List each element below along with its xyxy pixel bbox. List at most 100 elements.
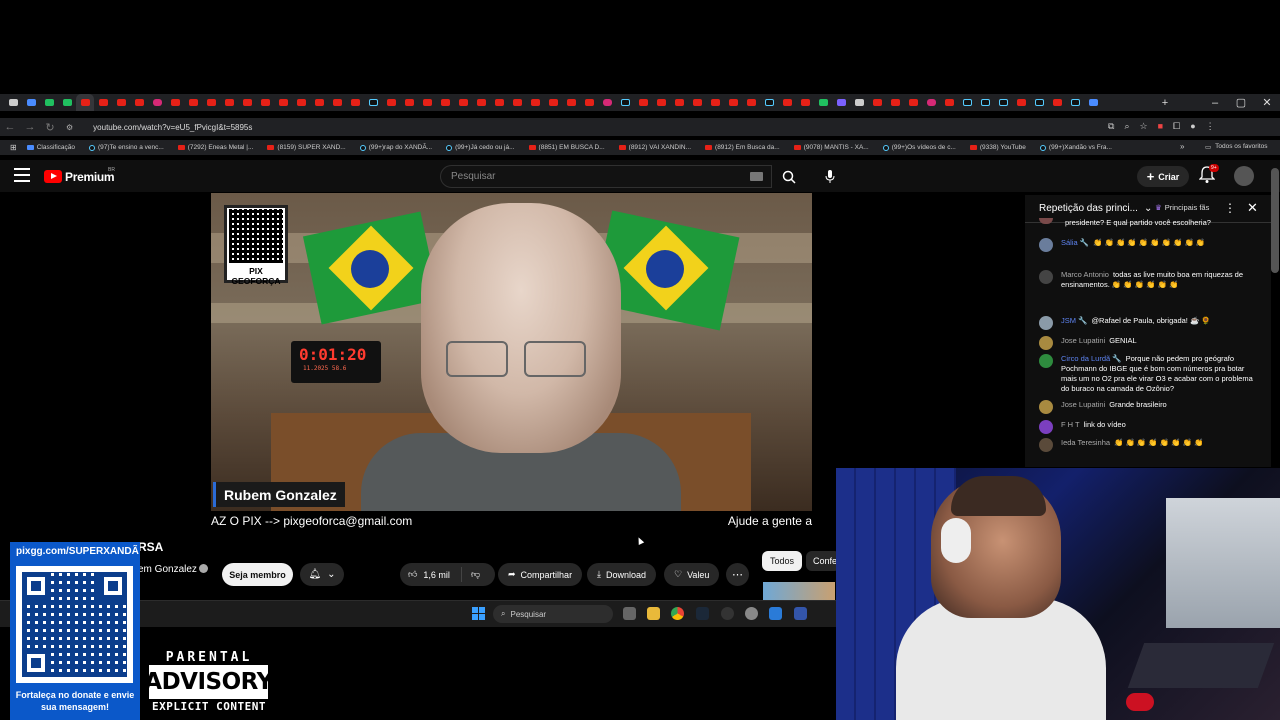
recommended-thumbnail[interactable] — [763, 582, 835, 600]
browser-tab[interactable] — [22, 94, 40, 111]
browser-tab[interactable] — [580, 94, 598, 111]
bookmark-item[interactable]: (9338) YouTube — [969, 144, 1026, 151]
profile-icon[interactable]: ● — [1190, 121, 1195, 132]
browser-tab[interactable] — [202, 94, 220, 111]
browser-tab[interactable] — [184, 94, 202, 111]
bookmark-item[interactable]: (8159) SUPER XAND... — [267, 144, 346, 151]
bookmark-item[interactable]: (99+)Xandão vs Fra... — [1039, 144, 1112, 151]
browser-tab[interactable] — [832, 94, 850, 111]
browser-tab[interactable] — [112, 94, 130, 111]
settings-icon[interactable] — [745, 607, 758, 620]
chat-message[interactable]: Sália 🔧 👏 👏 👏 👏 👏 👏 👏 👏 👏 👏 — [1039, 238, 1254, 252]
browser-tab[interactable] — [58, 94, 76, 111]
browser-tab[interactable] — [526, 94, 544, 111]
browser-tab[interactable] — [742, 94, 760, 111]
browser-tab[interactable] — [688, 94, 706, 111]
browser-tab[interactable] — [634, 94, 652, 111]
join-membership-button[interactable]: Seja membro — [222, 563, 293, 586]
bookmark-item[interactable]: (97)Te ensino a venc... — [89, 144, 164, 151]
browser-tab[interactable] — [1084, 94, 1102, 111]
browser-tab[interactable] — [616, 94, 634, 111]
browser-tab[interactable] — [724, 94, 742, 111]
browser-tab[interactable] — [346, 94, 364, 111]
dislike-button[interactable]: 👎︎ — [462, 569, 480, 580]
browser-tab[interactable] — [850, 94, 868, 111]
chevron-down-icon[interactable]: ⌄ — [1144, 203, 1152, 214]
like-button[interactable]: 👍︎ 1,6 mil — [400, 567, 462, 582]
browser-tab[interactable] — [382, 94, 400, 111]
browser-tab[interactable] — [1012, 94, 1030, 111]
hamburger-menu-icon[interactable] — [14, 168, 30, 182]
browser-tab[interactable] — [814, 94, 832, 111]
extensions-icon[interactable]: ⧠ — [1173, 121, 1180, 132]
browser-tab[interactable] — [256, 94, 274, 111]
browser-tab[interactable] — [1048, 94, 1066, 111]
all-favorites[interactable]: ▭ Todos os favoritos — [1205, 143, 1268, 151]
bookmark-item[interactable]: (99+)rap do XANDÃ... — [359, 144, 432, 151]
thanks-button[interactable]: ♡ Valeu — [664, 563, 720, 586]
browser-tab[interactable] — [868, 94, 886, 111]
obs-icon[interactable] — [721, 607, 734, 620]
new-tab-icon[interactable]: + — [1152, 94, 1178, 111]
reload-icon[interactable]: ↻ — [40, 121, 60, 134]
browser-tab[interactable] — [274, 94, 292, 111]
bookmark-item[interactable]: (8912) Em Busca da... — [705, 144, 780, 151]
browser-tab[interactable] — [562, 94, 580, 111]
task-view-icon[interactable] — [623, 607, 636, 620]
browser-tab[interactable] — [778, 94, 796, 111]
browser-tab[interactable] — [94, 94, 112, 111]
chat-message[interactable]: Marco Antonio todas as live muito boa em … — [1039, 270, 1254, 290]
browser-tab[interactable] — [166, 94, 184, 111]
browser-tab[interactable] — [130, 94, 148, 111]
browser-tab[interactable] — [958, 94, 976, 111]
steam-icon[interactable] — [696, 607, 709, 620]
browser-menu-icon[interactable]: ⋮ — [1206, 121, 1215, 132]
browser-tab[interactable] — [400, 94, 418, 111]
chat-message[interactable]: presidente? E qual partido você escolher… — [1039, 218, 1254, 228]
chat-message[interactable]: JSM 🔧 @Rafael de Paula, obrigada! ☕ 🌻 — [1039, 316, 1254, 330]
browser-tab[interactable] — [508, 94, 526, 111]
chip-confe[interactable]: Confe — [806, 551, 840, 571]
chip-all[interactable]: Todos — [762, 551, 802, 571]
browser-tab[interactable] — [922, 94, 940, 111]
youtube-logo-icon[interactable] — [44, 170, 62, 183]
bookmark-item[interactable]: (8851) EM BUSCA D... — [528, 144, 605, 151]
download-button[interactable]: ⤓ Download — [587, 563, 657, 586]
chat-message[interactable]: Jose Lupatini Grande brasileiro — [1039, 400, 1254, 414]
browser-tab[interactable] — [976, 94, 994, 111]
browser-tab[interactable] — [940, 94, 958, 111]
browser-tab[interactable] — [328, 94, 346, 111]
chat-filter-chip[interactable]: ♛ Principais fãs — [1155, 203, 1209, 212]
voice-search-button[interactable] — [818, 165, 842, 188]
channel-name[interactable]: em Gonzalez — [138, 564, 197, 575]
browser-tab[interactable] — [238, 94, 256, 111]
youtube-premium-logo[interactable]: Premium — [65, 170, 115, 184]
bookmark-item[interactable]: (9078) MANTIS - XA... — [793, 144, 869, 151]
extension-icon[interactable]: ■ — [1158, 121, 1163, 132]
browser-tab[interactable] — [472, 94, 490, 111]
chat-message[interactable]: Ieda Teresinha 👏 👏 👏 👏 👏 👏 👏 👏 — [1039, 438, 1254, 452]
browser-tab[interactable] — [544, 94, 562, 111]
url-text[interactable]: youtube.com/watch?v=eU5_fPvicgI&t=5895s — [93, 123, 252, 132]
bookmark-item[interactable]: (99+)Já cedo ou já... — [446, 144, 515, 151]
browser-tab[interactable] — [652, 94, 670, 111]
browser-tab[interactable] — [706, 94, 724, 111]
chat-menu-icon[interactable]: ⋮ — [1224, 201, 1236, 215]
share-button[interactable]: ➦ Compartilhar — [498, 563, 583, 586]
more-actions-button[interactable]: ⋯ — [726, 563, 749, 586]
address-bar[interactable]: ⚙ youtube.com/watch?v=eU5_fPvicgI&t=5895… — [66, 118, 1166, 136]
browser-tab[interactable] — [292, 94, 310, 111]
video-player[interactable]: 0:01:20 11.2025 58.6 PIX GEOFORÇA Rubem … — [211, 193, 812, 511]
cast-icon[interactable]: ⧉ — [1108, 121, 1114, 132]
browser-tab[interactable] — [454, 94, 472, 111]
close-chat-icon[interactable]: ✕ — [1247, 200, 1258, 216]
chrome-icon[interactable] — [671, 607, 684, 620]
browser-tab[interactable] — [4, 94, 22, 111]
browser-tab[interactable] — [364, 94, 382, 111]
bookmark-item[interactable]: (8912) VAI XANDIN... — [618, 144, 691, 151]
chat-message[interactable]: F H Tlink do vídeo — [1039, 420, 1254, 434]
create-button[interactable]: + Criar — [1137, 166, 1189, 187]
chat-message[interactable]: Jose Lupatini GENIAL — [1039, 336, 1254, 350]
browser-tab[interactable] — [760, 94, 778, 111]
minimize-icon[interactable]: – — [1202, 94, 1228, 111]
